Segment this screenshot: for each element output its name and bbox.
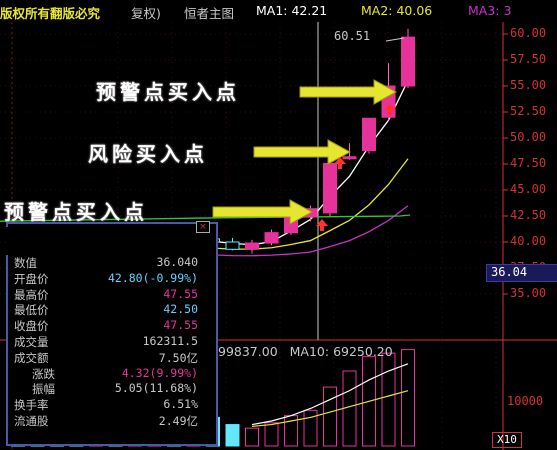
info-panel-header (6, 227, 206, 255)
axis-tick-label: 57.50 (510, 52, 547, 66)
info-row: 换手率 6.51% (14, 397, 212, 413)
info-row-value: 4.32(9.99%) (121, 365, 198, 380)
candle-body (362, 117, 376, 151)
adjust-mode[interactable]: 复权) (131, 3, 161, 22)
info-row: 开盘价 42.80(-0.99%) (14, 271, 212, 287)
volume-bar (323, 386, 337, 447)
annotation-bottom: 预警点买入点 (4, 200, 148, 224)
axis-tick-label: 52.50 (510, 104, 547, 118)
ma1-value: MA1: 42.21 (256, 3, 328, 18)
info-row-label: 收盘价 (14, 319, 49, 334)
info-row-label: 开盘价 (14, 271, 49, 286)
info-row-label: 换手率 (14, 398, 49, 413)
candle-body (342, 156, 357, 160)
info-row: 流通股 2.49亿 (14, 413, 212, 429)
info-row-value: 7.50亿 (158, 350, 198, 365)
info-row-value: 162311.5 (142, 334, 198, 348)
volume-header: 99837.00 MA10: 69250.20 (218, 344, 393, 359)
close-icon[interactable]: × (196, 221, 210, 233)
axis-tick-label: 50.00 (510, 130, 547, 144)
volume-axis-label: 10000 (507, 394, 544, 408)
candle-body (323, 162, 337, 214)
current-price-tag: 36.04 (486, 264, 557, 282)
ma3-value: MA3: 3 (468, 3, 512, 18)
info-row-value: 42.50 (163, 302, 198, 317)
info-row-value: 47.55 (163, 318, 198, 333)
chart-name[interactable]: 恒者主图 (184, 3, 234, 22)
candle-body (225, 241, 240, 250)
volume-value: 99837.00 (218, 344, 278, 359)
info-row-value: 5.05(11.68%) (114, 381, 198, 396)
info-row-label: 最高价 (14, 287, 49, 302)
candle-body (264, 232, 279, 244)
info-row-value: 47.55 (163, 286, 198, 301)
info-row-label: 成交量 (14, 335, 49, 349)
info-row-label: 流通股 (14, 414, 49, 428)
axis-tick-label: 40.00 (510, 234, 547, 248)
axis-tick-label: 35.00 (510, 286, 547, 300)
info-row-label: 涨跌 (32, 366, 55, 381)
watermark-text: 版权所有翻版必究 (0, 6, 101, 21)
info-row: 最低价 42.50 (14, 302, 212, 318)
axis-tick-label: 45.00 (510, 182, 547, 196)
info-row-value: 2.49亿 (158, 414, 198, 428)
annotation-top: 预警点买入点 (96, 80, 240, 104)
axis-tick-label: 47.50 (510, 156, 547, 170)
volume-bar (225, 424, 240, 447)
info-row: 涨跌 4.32(9.99%) (14, 366, 212, 382)
candle-body (401, 36, 415, 87)
axis-tick-label: 55.00 (510, 78, 547, 92)
info-row: 成交量 162311.5 (14, 334, 212, 350)
info-row: 最高价 47.55 (14, 287, 212, 303)
volume-bar (264, 422, 279, 447)
annotation-middle: 风险买入点 (88, 142, 208, 166)
axis-tick-label: 60.00 (510, 26, 547, 40)
info-row-value: 6.51% (163, 397, 198, 412)
info-row-label: 最低价 (14, 303, 49, 318)
volume-bar (381, 352, 396, 447)
axis-tick-label: 42.50 (510, 208, 547, 222)
info-row-label: 成交额 (14, 350, 49, 365)
info-row: 收盘价 47.55 (14, 318, 212, 334)
info-row-value: 42.80(-0.99%) (107, 270, 198, 285)
candle-body (245, 242, 259, 250)
volume-ma10: MA10: 69250.20 (289, 344, 393, 359)
volume-unit-tag: X10 (492, 432, 522, 448)
info-row: 数值 36.040 (14, 255, 212, 271)
info-row-label: 振幅 (32, 382, 55, 397)
info-row: 成交额 7.50亿 (14, 350, 212, 366)
ma2-value: MA2: 40.06 (361, 3, 433, 18)
volume-bar (245, 427, 259, 447)
info-row-label: 数值 (14, 256, 37, 270)
info-row: 振幅 5.05(11.68%) (14, 381, 212, 397)
info-row-value: 36.040 (156, 255, 198, 269)
peak-price-label: 60.51 (334, 29, 371, 43)
